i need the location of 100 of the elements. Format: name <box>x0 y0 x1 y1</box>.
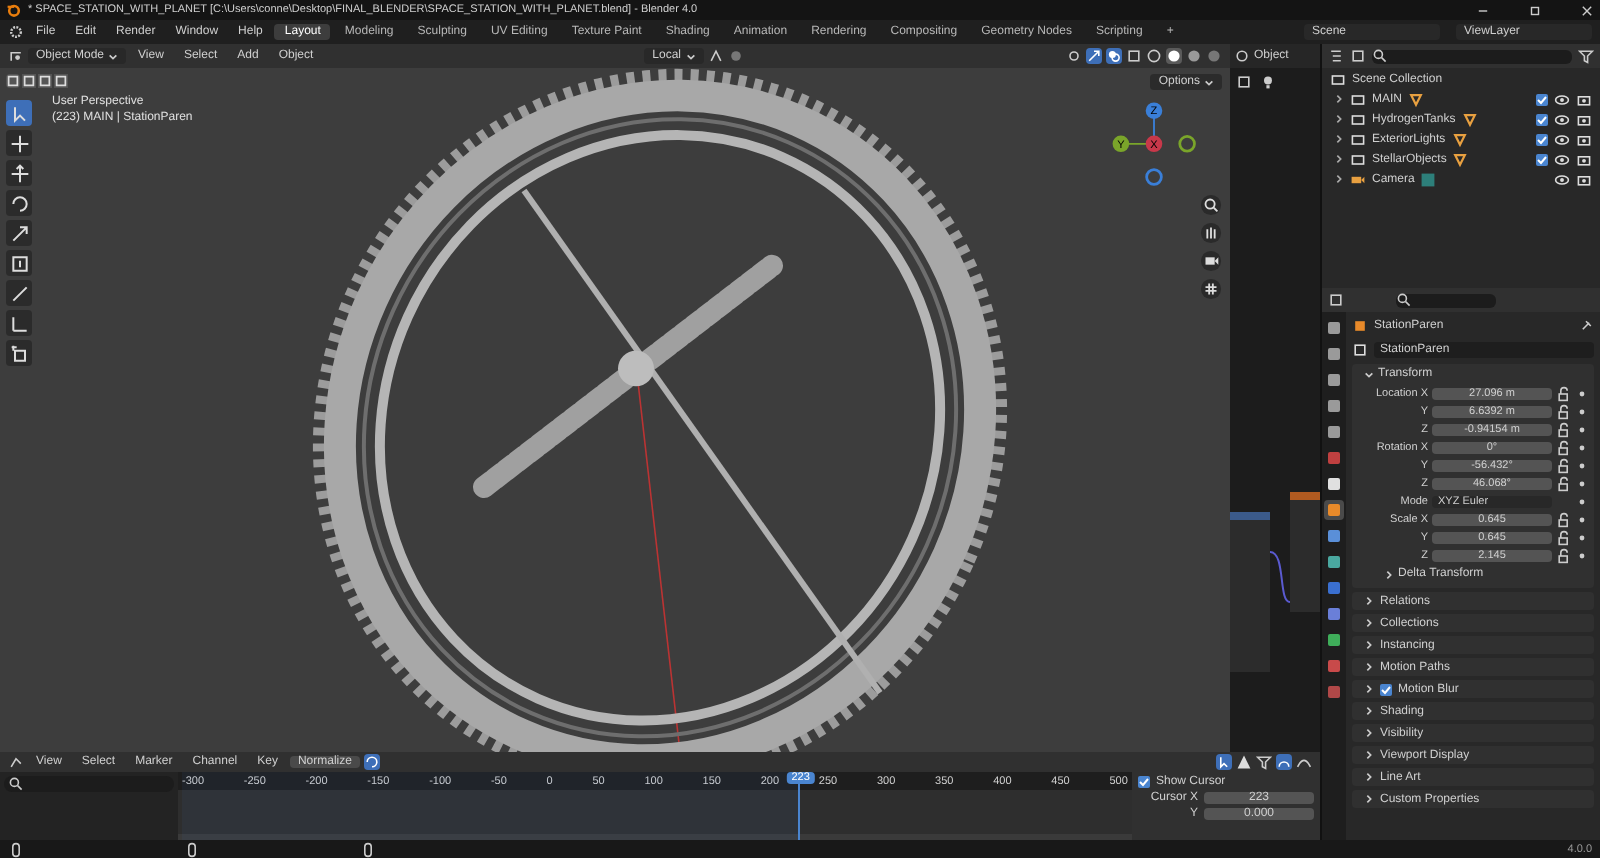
search-field[interactable] <box>4 776 174 792</box>
editor-type-icon[interactable] <box>8 754 24 770</box>
tab-icon <box>1328 660 1340 672</box>
grid-icon[interactable] <box>1200 278 1222 300</box>
keyframe-dot-icon[interactable] <box>1576 495 1588 507</box>
editor-type-icon[interactable] <box>1328 292 1344 308</box>
pin-icon[interactable] <box>1578 318 1594 334</box>
tool-button[interactable] <box>6 340 32 366</box>
lock-icon[interactable] <box>1556 547 1572 563</box>
wireframe-shading-icon[interactable] <box>1146 48 1162 64</box>
lock-icon[interactable] <box>1556 529 1572 545</box>
camera-icon[interactable] <box>1200 250 1222 272</box>
filter-icon[interactable] <box>1256 754 1272 770</box>
zoom-icon[interactable] <box>1200 194 1222 216</box>
mouse-icon <box>360 841 376 857</box>
chevron-down-icon[interactable] <box>1364 369 1374 379</box>
tool-button[interactable] <box>6 250 32 276</box>
properties-tab[interactable] <box>1324 630 1344 650</box>
filter-icon[interactable] <box>1578 48 1594 64</box>
eye-icon[interactable] <box>1554 151 1570 167</box>
editor-type-icon[interactable] <box>8 48 24 64</box>
tool-button[interactable] <box>6 160 32 186</box>
editor-type-icon[interactable] <box>1234 48 1250 64</box>
exclude-checkbox[interactable] <box>1536 113 1548 125</box>
snap-icon[interactable] <box>1276 754 1292 770</box>
keyframe-dot-icon[interactable] <box>1576 387 1588 399</box>
eye-icon[interactable] <box>1554 171 1570 187</box>
keyframe-dot-icon[interactable] <box>1576 405 1588 417</box>
show-cursor-checkbox[interactable] <box>1138 776 1150 788</box>
lock-icon[interactable] <box>1556 439 1572 455</box>
camera-icon[interactable] <box>1576 151 1592 167</box>
lock-icon[interactable] <box>1556 403 1572 419</box>
lightbulb-icon[interactable] <box>1260 74 1276 90</box>
lock-icon[interactable] <box>1556 421 1572 437</box>
keyframe-dot-icon[interactable] <box>1576 477 1588 489</box>
properties-tab[interactable] <box>1324 344 1344 364</box>
properties-tab[interactable] <box>1324 370 1344 390</box>
keyframe-dot-icon[interactable] <box>1576 549 1588 561</box>
properties-tab[interactable] <box>1324 552 1344 572</box>
timeline-track[interactable] <box>178 790 1132 840</box>
chevron-right-icon <box>1364 706 1374 716</box>
cursor-icon <box>9 133 29 153</box>
eye-icon[interactable] <box>1554 131 1570 147</box>
camera-icon[interactable] <box>1576 131 1592 147</box>
select-mode-icon[interactable] <box>6 74 20 88</box>
lock-icon[interactable] <box>1556 511 1572 527</box>
tool-button[interactable] <box>6 130 32 156</box>
tool-button[interactable] <box>6 220 32 246</box>
solid-shading-icon[interactable] <box>1166 48 1182 64</box>
exclude-checkbox[interactable] <box>1536 133 1548 145</box>
properties-tab[interactable] <box>1324 526 1344 546</box>
search-icon <box>1372 48 1388 64</box>
keyframe-dot-icon[interactable] <box>1576 441 1588 453</box>
tool-button[interactable] <box>6 280 32 306</box>
camera-icon[interactable] <box>1576 91 1592 107</box>
keyframe-dot-icon[interactable] <box>1576 531 1588 543</box>
material-shading-icon[interactable] <box>1186 48 1202 64</box>
panel-checkbox[interactable] <box>1380 683 1392 695</box>
gear-icon[interactable] <box>8 24 24 40</box>
chevron-right-icon[interactable] <box>1384 569 1394 579</box>
properties-tab[interactable] <box>1324 474 1344 494</box>
rendered-shading-icon[interactable] <box>1206 48 1222 64</box>
camera-icon[interactable] <box>1576 111 1592 127</box>
overlay-toggle-icon[interactable] <box>1106 48 1122 64</box>
lock-icon[interactable] <box>1556 385 1572 401</box>
camera-icon[interactable] <box>1576 171 1592 187</box>
properties-tab[interactable] <box>1324 318 1344 338</box>
chevron-right-icon <box>1364 728 1374 738</box>
properties-tab[interactable] <box>1324 396 1344 416</box>
hand-icon[interactable] <box>1200 222 1222 244</box>
properties-tab[interactable] <box>1324 422 1344 442</box>
keyframe-dot-icon[interactable] <box>1576 423 1588 435</box>
xray-icon[interactable] <box>1126 48 1142 64</box>
chevron-right-icon <box>1364 640 1374 650</box>
eye-icon[interactable] <box>1554 91 1570 107</box>
search-field[interactable] <box>1372 49 1572 63</box>
search-field[interactable] <box>1396 293 1496 307</box>
lock-icon[interactable] <box>1556 457 1572 473</box>
close-icon[interactable] <box>1580 3 1594 17</box>
tool-button[interactable] <box>6 190 32 216</box>
maximize-icon[interactable] <box>1528 3 1542 17</box>
eye-icon[interactable] <box>1554 111 1570 127</box>
tool-button[interactable] <box>6 310 32 336</box>
keyframe-dot-icon[interactable] <box>1576 513 1588 525</box>
exclude-checkbox[interactable] <box>1536 93 1548 105</box>
curve-icon[interactable] <box>1296 754 1312 770</box>
lock-icon[interactable] <box>1556 475 1572 491</box>
frame-icon[interactable] <box>1236 74 1252 90</box>
tool-button[interactable] <box>6 100 32 126</box>
exclude-checkbox[interactable] <box>1536 153 1548 165</box>
pointer-icon[interactable] <box>1216 754 1232 770</box>
gizmo-toggle-icon[interactable] <box>1086 48 1102 64</box>
tab-icon <box>1328 530 1340 542</box>
snap-icon[interactable] <box>707 48 723 64</box>
properties-tab[interactable] <box>1324 500 1344 520</box>
refresh-icon[interactable] <box>363 754 380 770</box>
editor-type-icon[interactable] <box>1328 48 1344 64</box>
visibility-icon[interactable] <box>1066 48 1082 64</box>
display-mode-icon[interactable] <box>1350 48 1366 64</box>
keyframe-dot-icon[interactable] <box>1576 459 1588 471</box>
